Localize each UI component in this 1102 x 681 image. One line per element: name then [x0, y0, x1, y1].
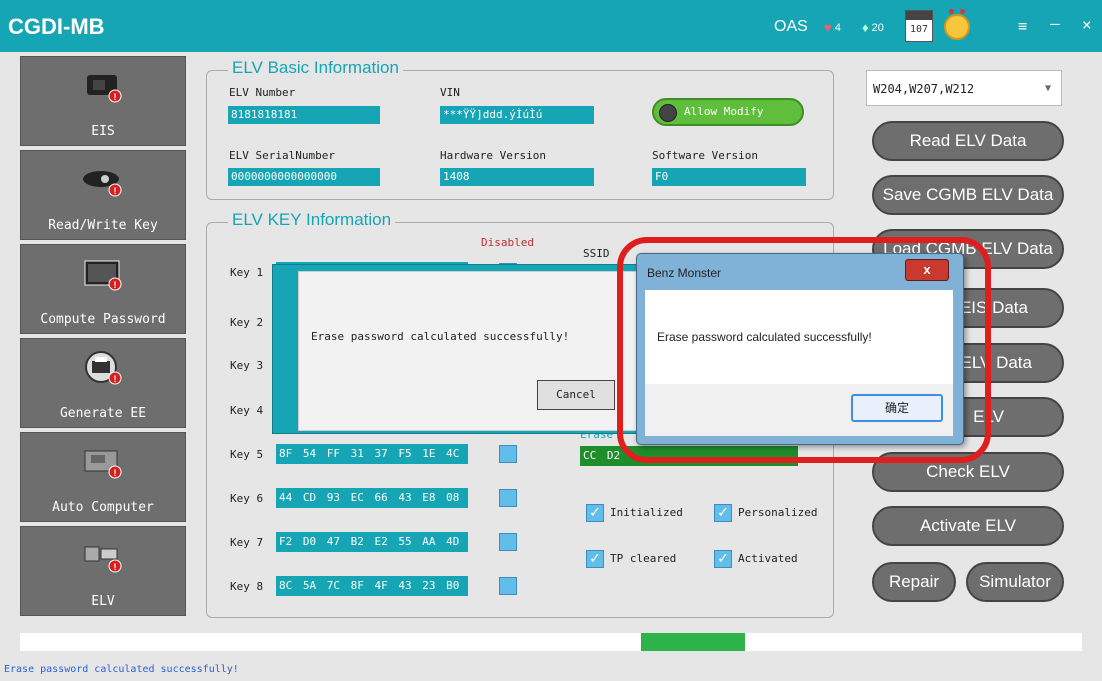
sidebar-item-read-write-key[interactable]: ! Read/Write Key [20, 150, 186, 240]
serial-label: ELV SerialNumber [229, 149, 335, 162]
highlight-annotation [617, 237, 991, 463]
repair-button[interactable]: Repair [872, 562, 956, 602]
svg-text:!: ! [114, 280, 117, 290]
inner-message-dialog: Erase password calculated successfully! … [272, 264, 656, 434]
activated-label: Activated [738, 552, 798, 565]
svg-text:!: ! [114, 562, 117, 572]
alarm-clock-icon[interactable] [944, 9, 970, 40]
key-6-label: Key 6 [230, 492, 264, 505]
vin-field[interactable]: ***ŸŸ]ddd.ýÌúÌú [440, 106, 594, 124]
serial-field[interactable]: 0000000000000000 [228, 168, 380, 186]
key-3-label: Key 3 [230, 359, 264, 372]
initialized-checkbox[interactable]: ✓ [586, 504, 604, 522]
gems-count: 20 [871, 21, 884, 34]
sidebar-item-elv[interactable]: ! ELV [20, 526, 186, 616]
vin-label: VIN [440, 86, 460, 99]
sidebar-item-generate-ee[interactable]: ! Generate EE [20, 338, 186, 428]
sidebar-item-label: Generate EE [59, 406, 147, 421]
read-elv-data-button[interactable]: Read ELV Data [872, 121, 1064, 161]
eis-module-icon: ! [87, 75, 122, 103]
elv-number-field[interactable]: 8181818181 [228, 106, 380, 124]
toggle-knob [659, 104, 677, 122]
key-info-title: ELV KEY Information [228, 210, 396, 230]
model-select[interactable]: W204,W207,W212 ▼ [866, 70, 1062, 106]
heart-icon: ♥ [824, 20, 832, 35]
sidebar-item-auto-computer[interactable]: ! Auto Computer [20, 432, 186, 522]
basic-info-title: ELV Basic Information [228, 58, 403, 78]
key-6-field[interactable]: 44 CD 93 EC 66 43 E8 08 [276, 488, 468, 508]
allow-modify-toggle[interactable]: Allow Modify [652, 98, 804, 126]
oas-label: OAS [774, 18, 808, 35]
svg-text:!: ! [114, 186, 117, 196]
calendar-day: 107 [909, 24, 929, 35]
ecu-module-icon: ! [84, 450, 122, 479]
inner-dialog-body: Erase password calculated successfully! … [298, 271, 656, 431]
key-2-label: Key 2 [230, 316, 264, 329]
key-8-field[interactable]: 8C 5A 7C 8F 4F 43 23 B0 [276, 576, 468, 596]
sidebar-item-label: Auto Computer [52, 500, 154, 515]
key-5-field[interactable]: 8F 54 FF 31 37 F5 1E 4C [276, 444, 468, 464]
progress-fill [641, 633, 745, 651]
personalized-label: Personalized [738, 506, 818, 519]
key-5-disabled-checkbox[interactable] [499, 445, 517, 463]
hearts-count: 4 [834, 21, 841, 34]
key-1-label: Key 1 [230, 266, 264, 279]
printer-icon: ! [85, 351, 122, 385]
software-version-label: Software Version [652, 149, 758, 162]
progress-bar [20, 633, 1082, 651]
hardware-version-field[interactable]: 1408 [440, 168, 594, 186]
sidebar-item-label: ELV [91, 594, 115, 609]
status-message: Erase password calculated successfully! [4, 664, 239, 675]
chevron-down-icon: ▼ [1044, 83, 1051, 94]
key-4-label: Key 4 [230, 404, 264, 417]
initialized-label: Initialized [610, 506, 683, 519]
minimize-icon[interactable]: – [1050, 14, 1060, 33]
key-fob-icon: ! [83, 171, 122, 197]
sidebar-item-label: Read/Write Key [48, 218, 158, 233]
svg-text:!: ! [114, 374, 117, 384]
allow-modify-label: Allow Modify [684, 105, 764, 118]
activated-checkbox[interactable]: ✓ [714, 550, 732, 568]
computer-icon: ! [84, 260, 122, 291]
hearts-counter: ♥ 4 [824, 20, 841, 35]
key-8-disabled-checkbox[interactable] [499, 577, 517, 595]
menu-icon[interactable]: ≡ [1018, 17, 1027, 35]
key-7-label: Key 7 [230, 536, 264, 549]
svg-text:!: ! [114, 92, 117, 102]
key-8-label: Key 8 [230, 580, 264, 593]
software-version-field[interactable]: F0 [652, 168, 806, 186]
key-7-field[interactable]: F2 D0 47 B2 E2 55 AA 4D [276, 532, 468, 552]
app-title: CGDI-MB [8, 14, 105, 39]
model-select-value: W204,W207,W212 [873, 82, 975, 96]
gems-counter: ♦ 20 [862, 20, 884, 35]
close-icon[interactable]: × [1082, 15, 1092, 34]
key-5-label: Key 5 [230, 448, 264, 461]
key-6-disabled-checkbox[interactable] [499, 489, 517, 507]
inner-dialog-message: Erase password calculated successfully! [311, 330, 570, 343]
save-cgmb-elv-data-button[interactable]: Save CGMB ELV Data [872, 175, 1064, 215]
sidebar-item-compute-password[interactable]: ! Compute Password [20, 244, 186, 334]
gem-icon: ♦ [862, 20, 869, 35]
sidebar-item-eis[interactable]: ! EIS [20, 56, 186, 146]
disabled-column-label: Disabled [481, 236, 534, 249]
hardware-version-label: Hardware Version [440, 149, 546, 162]
calendar-icon[interactable]: 107 [905, 10, 933, 42]
title-bar: CGDI-MB OAS ♥ 4 ♦ 20 107 ≡ – × [0, 0, 1102, 52]
elv-number-label: ELV Number [229, 86, 296, 99]
personalized-checkbox[interactable]: ✓ [714, 504, 732, 522]
key-7-disabled-checkbox[interactable] [499, 533, 517, 551]
cancel-button[interactable]: Cancel [537, 380, 615, 410]
elv-module-icon: ! [84, 546, 122, 573]
tp-cleared-checkbox[interactable]: ✓ [586, 550, 604, 568]
sidebar-item-label: Compute Password [40, 312, 166, 327]
activate-elv-button[interactable]: Activate ELV [872, 506, 1064, 546]
ssid-label: SSID [583, 247, 610, 260]
sidebar-item-label: EIS [91, 124, 115, 139]
tp-cleared-label: TP cleared [610, 552, 677, 565]
svg-text:!: ! [114, 468, 117, 478]
simulator-button[interactable]: Simulator [966, 562, 1064, 602]
